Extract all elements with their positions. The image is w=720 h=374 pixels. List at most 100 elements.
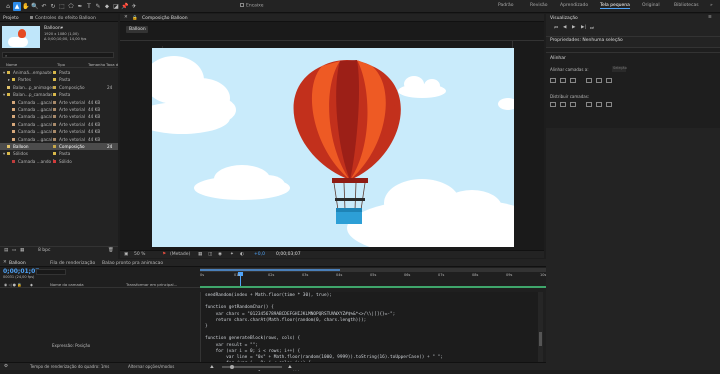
distribute-button-icon[interactable] (596, 102, 602, 107)
project-search-input[interactable]: ⌕ (2, 52, 114, 58)
workspace-more-button[interactable]: » (710, 3, 713, 8)
channel-icon[interactable]: ◉ (218, 252, 222, 257)
align-button-icon[interactable] (596, 78, 602, 83)
hand-tool-icon[interactable]: ✋ (22, 2, 30, 11)
snap-checkbox[interactable]: Encaixe (240, 3, 263, 9)
mask-icon[interactable]: ◫ (208, 252, 212, 257)
eraser-tool-icon[interactable]: ◪ (112, 2, 120, 11)
rectangle-tool-icon[interactable]: ⬚ (58, 2, 66, 11)
play-icon[interactable]: ▶ (572, 25, 575, 30)
tab-effect-controls[interactable]: Controles do efeito Balloon (30, 15, 96, 21)
workspace-4[interactable]: Original (642, 3, 660, 8)
label-color-swatch[interactable] (53, 115, 56, 119)
align-button-icon[interactable] (550, 78, 556, 83)
label-color-swatch[interactable] (53, 137, 56, 141)
clone-tool-icon[interactable]: ⬥ (103, 2, 111, 11)
snapshot-icon[interactable]: ◐ (240, 252, 244, 257)
av-features-icons[interactable]: ◉ ◁ ● 🔒 (4, 282, 22, 287)
editor-scrollbar[interactable] (538, 292, 543, 362)
project-item[interactable]: Camada ...gacal Arte vetorial 44 KB (0, 113, 118, 120)
project-item[interactable]: Camada ...gacal Arte vetorial 44 KB (0, 121, 118, 128)
label-color-swatch[interactable] (53, 152, 56, 156)
timeline-zoom-slider[interactable] (222, 365, 282, 369)
distribute-button-icon[interactable] (560, 102, 566, 107)
toggle-switches-button[interactable]: Alternar opções/modos (128, 364, 174, 369)
col-layer-name[interactable]: Nome da camada (50, 282, 84, 287)
expand-toggle[interactable]: ▾ (3, 91, 5, 98)
label-color-swatch[interactable] (53, 93, 56, 97)
quality-select[interactable]: (Metade) (170, 252, 190, 257)
tab-balao-pronto[interactable]: Balao pronto pra animacao (102, 261, 163, 266)
trash-icon[interactable]: 🗑 (108, 248, 114, 253)
shape-tool-icon[interactable]: ⬠ (67, 2, 75, 11)
comp-flowchart-icon[interactable]: ⚙ (4, 364, 8, 369)
workspace-1[interactable]: Revisão (530, 3, 547, 8)
label-color-swatch[interactable] (53, 85, 56, 89)
render-toggle-icon[interactable]: ▣ (124, 252, 128, 257)
tab-render-queue[interactable]: Fila de renderização (50, 261, 95, 266)
col-size[interactable]: Tamanho (88, 62, 105, 67)
new-folder-icon[interactable]: ▭ (12, 248, 16, 253)
pen-tool-icon[interactable]: ✒ (76, 2, 84, 11)
workspace-0[interactable]: Padrão (498, 3, 514, 8)
align-button-icon[interactable] (586, 78, 592, 83)
interpret-footage-icon[interactable]: ▤ (4, 248, 8, 253)
current-time[interactable]: 0;00;01;07 (3, 268, 39, 275)
align-button-icon[interactable] (560, 78, 566, 83)
hdr-toggle[interactable]: +0,0 (254, 252, 265, 257)
work-area-bar[interactable] (200, 269, 340, 271)
new-comp-icon[interactable]: ▦ (20, 248, 24, 253)
viewer-timecode[interactable]: 0;00;03;07 (276, 252, 301, 257)
next-frame-icon[interactable]: ▶| (581, 25, 586, 30)
bpc-label[interactable]: 8 bpc (38, 248, 50, 253)
label-color-swatch[interactable] (53, 100, 56, 104)
roto-tool-icon[interactable]: ✈ (130, 2, 138, 11)
redo-camera-icon[interactable]: ↻ (49, 2, 57, 11)
brush-tool-icon[interactable]: ✎ (94, 2, 102, 11)
label-color-swatch[interactable] (53, 71, 56, 74)
project-item[interactable]: ▾ Balan...p_camadas Pasta (0, 91, 118, 98)
col-rate[interactable]: Taxa d (106, 62, 118, 67)
project-item[interactable]: Camada ...gacal Arte vetorial 44 KB (0, 128, 118, 135)
prev-frame-icon[interactable]: ◀ (563, 25, 566, 30)
selection-tool-icon[interactable]: ▲ (13, 2, 21, 11)
project-item[interactable]: ▾ Sólidos Pasta (0, 150, 118, 157)
project-item[interactable]: ▸ Partes Pasta (0, 76, 118, 83)
project-item[interactable]: Balloon Composição 24 (0, 143, 118, 151)
type-tool-icon[interactable]: T (85, 2, 93, 11)
lock-icon[interactable]: 🔒 (132, 16, 138, 21)
project-item[interactable]: Camada ...ando 1 Sólido (0, 158, 118, 165)
zoom-tool-icon[interactable]: 🔍 (31, 2, 39, 11)
project-item[interactable]: Camada ...gacal Arte vetorial 44 KB (0, 99, 118, 106)
label-color-swatch[interactable] (53, 145, 56, 148)
zoom-out-icon[interactable]: ⛰ (210, 364, 214, 370)
label-color-swatch[interactable] (53, 78, 56, 82)
align-to-select[interactable]: Seleção (612, 66, 627, 72)
label-color-swatch[interactable] (53, 159, 56, 163)
distribute-button-icon[interactable] (606, 102, 612, 107)
first-frame-icon[interactable]: ⏮ (554, 25, 558, 31)
align-button-icon[interactable] (606, 78, 612, 83)
project-item[interactable]: ▾ Animaã...empaute Pasta (0, 69, 118, 76)
tab-project[interactable]: Projeto (3, 16, 19, 21)
tab-timeline-balloon[interactable]: Balloon (9, 261, 26, 266)
workspace-5[interactable]: Bibliotecas (674, 3, 699, 8)
expression-editor[interactable]: seedRandom(index + Math.floor(time * 30)… (200, 292, 540, 372)
grid-icon[interactable]: ▦ (198, 252, 202, 257)
fast-preview-icon[interactable]: ⚑ (162, 252, 166, 257)
col-parent[interactable]: Transformar em principal... (126, 282, 177, 287)
project-item[interactable]: Balan...p_animagem Composição 24 (0, 84, 118, 91)
timeline-close-icon[interactable]: ✕ (3, 260, 7, 265)
align-button-icon[interactable] (570, 78, 576, 83)
distribute-button-icon[interactable] (586, 102, 592, 107)
comp-breadcrumb[interactable]: Balloon (126, 26, 148, 33)
project-item[interactable]: Camada ...gacal Arte vetorial 44 KB (0, 136, 118, 143)
undo-camera-icon[interactable]: ↶ (40, 2, 48, 11)
label-color-swatch[interactable] (53, 108, 56, 111)
zoom-in-icon[interactable]: ⛰ (288, 364, 292, 370)
workspace-3[interactable]: Tela pequena (600, 3, 630, 9)
distribute-button-icon[interactable] (570, 102, 576, 107)
label-color-swatch[interactable] (53, 130, 56, 134)
exposure-icon[interactable]: ✦ (230, 252, 234, 257)
col-name[interactable]: Nome (6, 62, 17, 67)
